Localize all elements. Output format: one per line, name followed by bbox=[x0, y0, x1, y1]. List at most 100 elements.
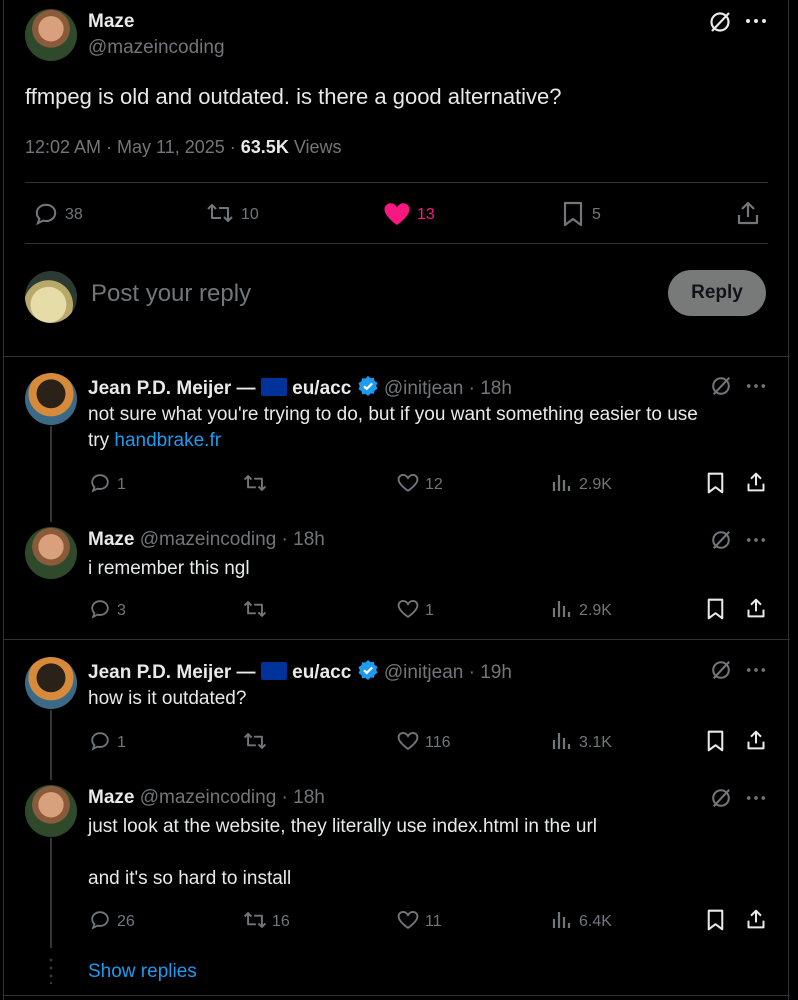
avatar[interactable] bbox=[25, 9, 77, 61]
reply-icon[interactable] bbox=[89, 598, 111, 620]
post-text: ffmpeg is old and outdated. is there a g… bbox=[25, 84, 562, 109]
avatar[interactable] bbox=[25, 373, 77, 425]
section-divider bbox=[3, 639, 790, 640]
repost-icon[interactable] bbox=[242, 909, 268, 931]
timestamp[interactable]: 12:02 AM · May 11, 2025 · bbox=[25, 137, 241, 157]
reply-header: Maze @mazeincoding · 18h bbox=[88, 787, 325, 809]
reply-count: 1 bbox=[117, 734, 126, 751]
views-count: 3.1K bbox=[579, 734, 612, 751]
reply-count: 3 bbox=[117, 602, 126, 619]
avatar[interactable] bbox=[25, 527, 77, 579]
bookmark-icon[interactable] bbox=[707, 909, 724, 931]
thread-line bbox=[50, 838, 52, 948]
eu-flag-icon bbox=[260, 662, 287, 680]
views-count: 2.9K bbox=[579, 602, 612, 619]
views-count: 63.5K bbox=[240, 137, 289, 157]
like-count: 11 bbox=[425, 913, 442, 930]
more-icon[interactable] bbox=[746, 794, 766, 802]
show-replies-link[interactable]: Show replies bbox=[88, 961, 197, 983]
bookmark-icon[interactable] bbox=[707, 730, 724, 752]
share-icon[interactable] bbox=[746, 471, 766, 493]
like-count: 1 bbox=[425, 602, 434, 619]
like-icon[interactable] bbox=[397, 731, 419, 751]
handle-time[interactable]: @mazeincoding · 18h bbox=[140, 529, 325, 550]
reply-icon[interactable] bbox=[33, 201, 59, 227]
grok-icon[interactable] bbox=[710, 375, 732, 397]
author-name[interactable]: Maze bbox=[88, 787, 134, 808]
thread-line bbox=[50, 426, 52, 522]
more-icon[interactable] bbox=[746, 382, 766, 390]
views-count: 2.9K bbox=[579, 476, 612, 493]
heart-icon[interactable] bbox=[383, 202, 411, 226]
views-icon[interactable] bbox=[552, 473, 572, 493]
section-divider bbox=[3, 356, 790, 357]
divider bbox=[25, 182, 768, 183]
repost-icon[interactable] bbox=[242, 730, 268, 752]
views-label: Views bbox=[288, 137, 342, 157]
grok-icon[interactable] bbox=[710, 787, 732, 809]
divider bbox=[25, 243, 768, 244]
reply-text: just look at the website, they literally… bbox=[88, 816, 598, 837]
handle-time[interactable]: @initjean · 18h bbox=[384, 378, 512, 399]
reply-text: how is it outdated? bbox=[88, 688, 247, 709]
author-name[interactable]: Maze bbox=[88, 529, 134, 550]
like-icon[interactable] bbox=[397, 599, 419, 619]
share-icon[interactable] bbox=[746, 908, 766, 930]
grok-icon[interactable] bbox=[708, 10, 732, 34]
bookmark-icon[interactable] bbox=[707, 598, 724, 620]
reply-header: Jean P.D. Meijer — eu/acc @initjean · 19… bbox=[88, 659, 512, 684]
more-icon[interactable] bbox=[745, 17, 767, 25]
repost-icon[interactable] bbox=[242, 598, 268, 620]
share-icon[interactable] bbox=[736, 200, 760, 226]
views-icon[interactable] bbox=[552, 731, 572, 751]
thread-dots-icon bbox=[49, 958, 53, 984]
reply-icon[interactable] bbox=[89, 730, 111, 752]
more-icon[interactable] bbox=[746, 536, 766, 544]
handbrake-link[interactable]: handbrake.fr bbox=[114, 430, 221, 451]
reply-text-line2: and it's so hard to install bbox=[88, 868, 292, 889]
reply-text: not sure what you're trying to do, but i… bbox=[88, 404, 698, 425]
reply-text-line2: try handbrake.fr bbox=[88, 430, 221, 452]
reply-icon[interactable] bbox=[89, 909, 111, 931]
avatar[interactable] bbox=[25, 657, 77, 709]
author-name[interactable]: Jean P.D. Meijer — bbox=[88, 662, 261, 683]
reply-icon[interactable] bbox=[89, 472, 111, 494]
avatar[interactable] bbox=[25, 785, 77, 837]
share-icon[interactable] bbox=[746, 597, 766, 619]
verified-icon bbox=[358, 660, 378, 680]
more-icon[interactable] bbox=[746, 666, 766, 674]
repost-count: 16 bbox=[272, 913, 290, 930]
thread-line bbox=[50, 710, 52, 780]
reply-button[interactable]: Reply bbox=[668, 270, 766, 316]
author-name-suffix[interactable]: eu/acc bbox=[287, 378, 351, 399]
handle-time[interactable]: @initjean · 19h bbox=[384, 662, 512, 683]
like-count: 13 bbox=[417, 206, 435, 223]
like-icon[interactable] bbox=[397, 910, 419, 930]
author-name-suffix[interactable]: eu/acc bbox=[287, 662, 351, 683]
like-count: 116 bbox=[425, 734, 451, 751]
my-avatar[interactable] bbox=[25, 271, 77, 323]
bottom-divider bbox=[3, 995, 790, 996]
bookmark-icon[interactable] bbox=[707, 472, 724, 494]
views-icon[interactable] bbox=[552, 599, 572, 619]
author-name[interactable]: Maze bbox=[88, 11, 134, 33]
views-icon[interactable] bbox=[552, 910, 572, 930]
repost-count: 10 bbox=[241, 206, 259, 223]
reply-text-prefix: try bbox=[88, 430, 115, 451]
repost-icon[interactable] bbox=[205, 201, 235, 225]
repost-icon[interactable] bbox=[242, 472, 268, 494]
share-icon[interactable] bbox=[746, 729, 766, 751]
author-name[interactable]: Jean P.D. Meijer — bbox=[88, 378, 261, 399]
handle-time[interactable]: @mazeincoding · 18h bbox=[140, 787, 325, 808]
bookmark-icon[interactable] bbox=[563, 201, 583, 227]
grok-icon[interactable] bbox=[710, 659, 732, 681]
reply-header: Maze @mazeincoding · 18h bbox=[88, 529, 325, 551]
grok-icon[interactable] bbox=[710, 529, 732, 551]
reply-header: Jean P.D. Meijer — eu/acc @initjean · 18… bbox=[88, 375, 512, 400]
like-count: 12 bbox=[425, 476, 443, 493]
reply-input[interactable]: Post your reply bbox=[91, 280, 251, 308]
reply-count: 38 bbox=[65, 206, 83, 223]
reply-count: 26 bbox=[117, 913, 135, 930]
like-icon[interactable] bbox=[397, 473, 419, 493]
author-handle[interactable]: @mazeincoding bbox=[88, 37, 225, 59]
